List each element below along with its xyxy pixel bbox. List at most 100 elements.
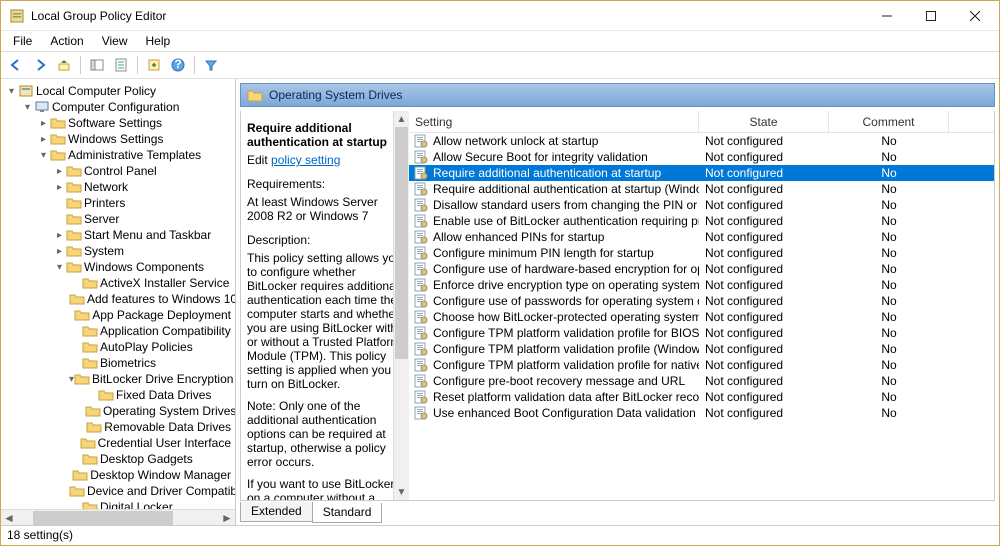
expand-toggle-icon[interactable]: ▾ [5, 86, 18, 97]
setting-row[interactable]: Use enhanced Boot Configuration Data val… [409, 405, 994, 421]
setting-row[interactable]: Configure TPM platform validation profil… [409, 357, 994, 373]
tree-item[interactable]: ▸Network [1, 179, 235, 195]
tree-item[interactable]: ▸Start Menu and Taskbar [1, 227, 235, 243]
setting-comment: No [829, 198, 949, 212]
back-button[interactable] [5, 54, 27, 76]
tab-standard[interactable]: Standard [312, 503, 383, 523]
tree-item[interactable]: ▸System [1, 243, 235, 259]
expand-toggle-icon[interactable]: ▾ [37, 150, 50, 161]
setting-row[interactable]: Allow Secure Boot for integrity validati… [409, 149, 994, 165]
scroll-left-icon[interactable]: ◄ [1, 511, 17, 525]
menu-file[interactable]: File [5, 32, 40, 50]
setting-row[interactable]: Enforce drive encryption type on operati… [409, 277, 994, 293]
tree-item[interactable]: Digital Locker [1, 499, 235, 509]
setting-comment: No [829, 326, 949, 340]
close-button[interactable] [953, 2, 997, 30]
setting-row[interactable]: Configure pre-boot recovery message and … [409, 373, 994, 389]
tree-item[interactable]: Biometrics [1, 355, 235, 371]
tree-item[interactable]: ▸Windows Settings [1, 131, 235, 147]
setting-row[interactable]: Configure minimum PIN length for startup… [409, 245, 994, 261]
setting-row[interactable]: Configure use of passwords for operating… [409, 293, 994, 309]
tree-item[interactable]: AutoPlay Policies [1, 339, 235, 355]
col-state[interactable]: State [699, 111, 829, 132]
setting-row[interactable]: Require additional authentication at sta… [409, 181, 994, 197]
tree-item[interactable]: ▸Software Settings [1, 115, 235, 131]
tree-item[interactable]: Desktop Window Manager [1, 467, 235, 483]
folder-icon [82, 356, 98, 370]
expand-toggle-icon[interactable]: ▸ [37, 118, 50, 129]
scroll-thumb[interactable] [33, 511, 173, 525]
tree-item[interactable]: ▾Administrative Templates [1, 147, 235, 163]
help-button[interactable]: ? [167, 54, 189, 76]
setting-row[interactable]: Choose how BitLocker-protected operating… [409, 309, 994, 325]
tree-item[interactable]: Desktop Gadgets [1, 451, 235, 467]
tree-item[interactable]: ▾Windows Components [1, 259, 235, 275]
forward-button[interactable] [29, 54, 51, 76]
tree-item[interactable]: Removable Data Drives [1, 419, 235, 435]
col-comment[interactable]: Comment [829, 111, 949, 132]
setting-comment: No [829, 358, 949, 372]
edit-policy-link[interactable]: policy setting [271, 153, 340, 167]
expand-toggle-icon[interactable]: ▸ [53, 182, 66, 193]
minimize-button[interactable] [865, 2, 909, 30]
tree-hscrollbar[interactable]: ◄ ► [1, 509, 235, 525]
setting-row[interactable]: Enable use of BitLocker authentication r… [409, 213, 994, 229]
maximize-button[interactable] [909, 2, 953, 30]
setting-comment: No [829, 406, 949, 420]
tree-item-label: Control Panel [84, 164, 157, 178]
tree-item[interactable]: ▾BitLocker Drive Encryption [1, 371, 235, 387]
menu-view[interactable]: View [94, 32, 136, 50]
policy-icon [413, 374, 429, 388]
tree-item[interactable]: Add features to Windows 10 Tec [1, 291, 235, 307]
menu-action[interactable]: Action [42, 32, 91, 50]
folder-icon [66, 180, 82, 194]
policy-icon [413, 406, 429, 420]
setting-row[interactable]: Require additional authentication at sta… [409, 165, 994, 181]
scroll-up-icon[interactable]: ▲ [397, 111, 407, 127]
expand-toggle-icon[interactable]: ▸ [53, 166, 66, 177]
tree-item-label: Credential User Interface [98, 436, 231, 450]
show-hide-tree-button[interactable] [86, 54, 108, 76]
properties-button[interactable] [110, 54, 132, 76]
expand-toggle-icon[interactable]: ▸ [53, 230, 66, 241]
tree-item[interactable]: Application Compatibility [1, 323, 235, 339]
tree-item[interactable]: Fixed Data Drives [1, 387, 235, 403]
tree-item-label: App Package Deployment [92, 308, 231, 322]
setting-name: Enforce drive encryption type on operati… [433, 278, 699, 292]
tree-item[interactable]: App Package Deployment [1, 307, 235, 323]
tab-extended[interactable]: Extended [240, 502, 313, 522]
desc-vscrollbar[interactable]: ▲ ▼ [393, 111, 409, 500]
policy-icon [413, 182, 429, 196]
menu-help[interactable]: Help [138, 32, 179, 50]
expand-toggle-icon[interactable]: ▾ [53, 262, 66, 273]
setting-row[interactable]: Reset platform validation data after Bit… [409, 389, 994, 405]
tree-item[interactable]: Operating System Drives [1, 403, 235, 419]
tree-item[interactable]: Server [1, 211, 235, 227]
setting-row[interactable]: Configure TPM platform validation profil… [409, 325, 994, 341]
setting-comment: No [829, 342, 949, 356]
tree-item[interactable]: ▾Computer Configuration [1, 99, 235, 115]
tree-item[interactable]: Device and Driver Compatibility [1, 483, 235, 499]
scroll-right-icon[interactable]: ► [219, 511, 235, 525]
setting-row[interactable]: Configure TPM platform validation profil… [409, 341, 994, 357]
expand-toggle-icon[interactable]: ▸ [53, 246, 66, 257]
tree-item[interactable]: Credential User Interface [1, 435, 235, 451]
tree-item[interactable]: ActiveX Installer Service [1, 275, 235, 291]
export-button[interactable] [143, 54, 165, 76]
setting-state: Not configured [699, 246, 829, 260]
setting-row[interactable]: Allow network unlock at startupNot confi… [409, 133, 994, 149]
expand-toggle-icon[interactable]: ▸ [37, 134, 50, 145]
tree-item[interactable]: ▾Local Computer Policy [1, 83, 235, 99]
folder-icon [86, 420, 102, 434]
up-button[interactable] [53, 54, 75, 76]
filter-button[interactable] [200, 54, 222, 76]
scroll-down-icon[interactable]: ▼ [397, 484, 407, 500]
col-setting[interactable]: Setting [409, 111, 699, 132]
expand-toggle-icon[interactable]: ▾ [21, 102, 34, 113]
setting-row[interactable]: Configure use of hardware-based encrypti… [409, 261, 994, 277]
tree-item[interactable]: Printers [1, 195, 235, 211]
scroll-thumb[interactable] [395, 127, 408, 359]
setting-row[interactable]: Disallow standard users from changing th… [409, 197, 994, 213]
setting-row[interactable]: Allow enhanced PINs for startupNot confi… [409, 229, 994, 245]
tree-item[interactable]: ▸ Control Panel [1, 163, 235, 179]
